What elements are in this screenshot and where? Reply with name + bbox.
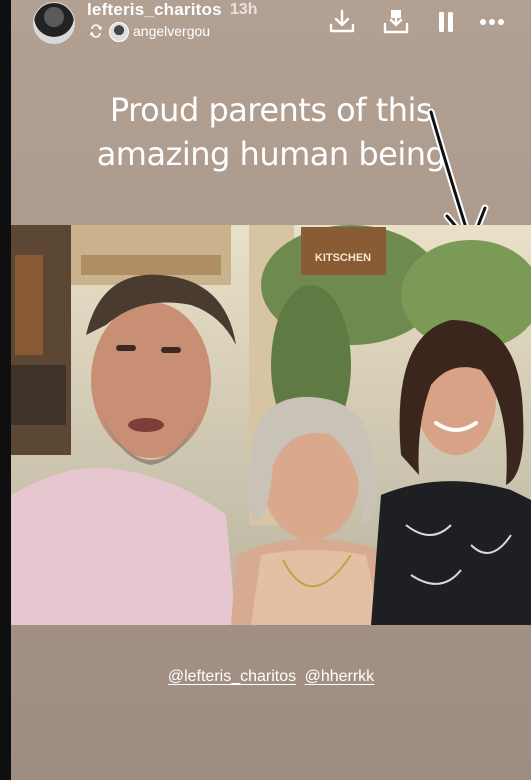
- mention-tag[interactable]: @lefteris_charitos: [168, 668, 296, 685]
- reposted-username[interactable]: angelvergou: [133, 23, 210, 39]
- pause-icon[interactable]: [431, 8, 461, 36]
- caption-line-1: Proud parents of this: [109, 91, 433, 129]
- repost-icon: [89, 24, 103, 38]
- username[interactable]: lefteris_charitos: [87, 0, 222, 20]
- story-header: lefteris_charitos 13h angelvergou: [11, 0, 531, 52]
- reposted-user-avatar[interactable]: [109, 22, 129, 42]
- download-icon[interactable]: [327, 8, 357, 36]
- mention-tag[interactable]: @hherrkk: [305, 668, 375, 685]
- save-to-collection-icon[interactable]: [381, 8, 411, 36]
- story-photo: KITSCHEN: [11, 225, 531, 625]
- story-viewer[interactable]: lefteris_charitos 13h angelvergou Proud …: [11, 0, 531, 780]
- mention-tags: @lefteris_charitos @hherrkk: [11, 668, 531, 686]
- user-avatar[interactable]: [33, 2, 75, 44]
- story-caption: Proud parents of this amazing human bein…: [91, 88, 451, 176]
- more-options-icon[interactable]: [477, 8, 507, 36]
- caption-line-2: amazing human being: [96, 135, 446, 173]
- story-timestamp: 13h: [230, 1, 258, 18]
- shop-sign: KITSCHEN: [315, 252, 371, 264]
- left-rail: [0, 0, 11, 780]
- group-selfie-image: KITSCHEN: [11, 225, 531, 625]
